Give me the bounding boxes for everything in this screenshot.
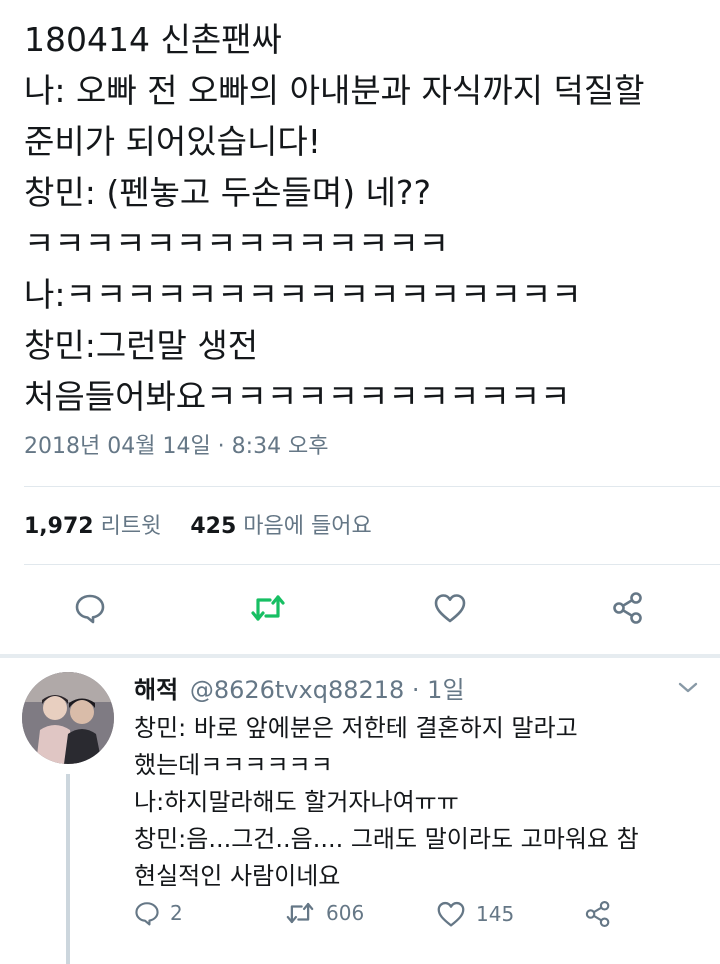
heart-icon (434, 594, 466, 623)
tweet-text-line: 나:ㅋㅋㅋㅋㅋㅋㅋㅋㅋㅋㅋㅋㅋㅋㅋㅋㅋ (24, 275, 582, 314)
reply-icon (135, 902, 159, 926)
reply-text-line: 나:하지말라해도 할거자나여ㅠㅠ (134, 788, 459, 816)
reply-reply-button[interactable]: 2 (134, 900, 183, 926)
reply-text-line: 창민: 바로 앞에분은 저한테 결혼하지 말라고 (134, 714, 578, 742)
tweet-text-line: 180414 신촌팬싸 (24, 20, 282, 59)
reply-action-bar: 2 606 145 (0, 896, 720, 936)
tweet-text-line: ㅋㅋㅋㅋㅋㅋㅋㅋㅋㅋㅋㅋㅋㅋ (24, 224, 450, 263)
tweet-text-line: 나: 오빠 전 오빠의 아내분과 자식까지 덕질할 (24, 71, 645, 110)
tweet-text-line: 창민: (펜놓고 두손들며) 네?? (24, 173, 431, 212)
avatar[interactable] (22, 672, 114, 764)
more-options-button[interactable] (676, 680, 700, 700)
reply-tweet[interactable]: 해적 @8626tvxq88218 · 1일 창민: 바로 앞에분은 저한테 결… (0, 658, 720, 964)
reply-text: 창민: 바로 앞에분은 저한테 결혼하지 말라고 했는데ㅋㅋㅋㅋㅋㅋ 나:하지말… (134, 710, 694, 895)
share-icon (613, 592, 642, 624)
reply-share-button[interactable] (584, 900, 622, 928)
like-label[interactable]: 마음에 들어요 (243, 514, 371, 539)
chevron-down-icon (678, 682, 698, 693)
retweet-icon (251, 595, 285, 621)
reply-text-line: 했는데ㅋㅋㅋㅋㅋㅋ (134, 751, 333, 779)
tweet-stats: 1,972 리트윗 425 마음에 들어요 (24, 508, 394, 540)
retweet-icon (286, 902, 314, 924)
avatar-image (22, 672, 114, 764)
reply-header: 해적 @8626tvxq88218 · 1일 (134, 670, 465, 705)
reply-button[interactable] (70, 588, 110, 628)
divider (24, 486, 720, 487)
reply-like-button[interactable]: 145 (436, 900, 514, 928)
reply-text-line: 창민:음...그건..음.... 그래도 말이라도 고마워요 참 (134, 825, 639, 853)
retweet-count[interactable]: 1,972 (24, 514, 94, 539)
reply-author-handle[interactable]: @8626tvxq88218 · 1일 (190, 676, 465, 704)
tweet-body: 180414 신촌팬싸 나: 오빠 전 오빠의 아내분과 자식까지 덕질할 준비… (24, 14, 704, 422)
heart-icon (437, 901, 465, 927)
tweet-text-line: 준비가 되어있습니다! (24, 122, 321, 161)
tweet-text-line: 처음들어봐요ㅋㅋㅋㅋㅋㅋㅋㅋㅋㅋㅋㅋ (24, 377, 571, 416)
reply-retweet-count: 606 (326, 901, 365, 925)
like-count[interactable]: 425 (190, 514, 236, 539)
share-button[interactable] (608, 588, 648, 628)
reply-text-line: 현실적인 사람이네요 (134, 862, 341, 890)
tweet-action-bar (0, 582, 720, 630)
retweet-label[interactable]: 리트윗 (101, 514, 162, 539)
reply-retweet-button[interactable]: 606 (284, 900, 364, 926)
tweet-timestamp[interactable]: 2018년 04월 14일 · 8:34 오후 (24, 428, 329, 460)
like-button[interactable] (430, 588, 470, 628)
retweet-button[interactable] (248, 588, 288, 628)
reply-like-count: 145 (476, 902, 515, 926)
divider (24, 564, 720, 565)
share-icon (585, 900, 610, 928)
tweet-text-line: 창민:그런말 생전 (24, 326, 259, 365)
reply-author-name[interactable]: 해적 (134, 676, 178, 704)
reply-count: 2 (170, 901, 183, 925)
reply-icon (75, 594, 105, 624)
